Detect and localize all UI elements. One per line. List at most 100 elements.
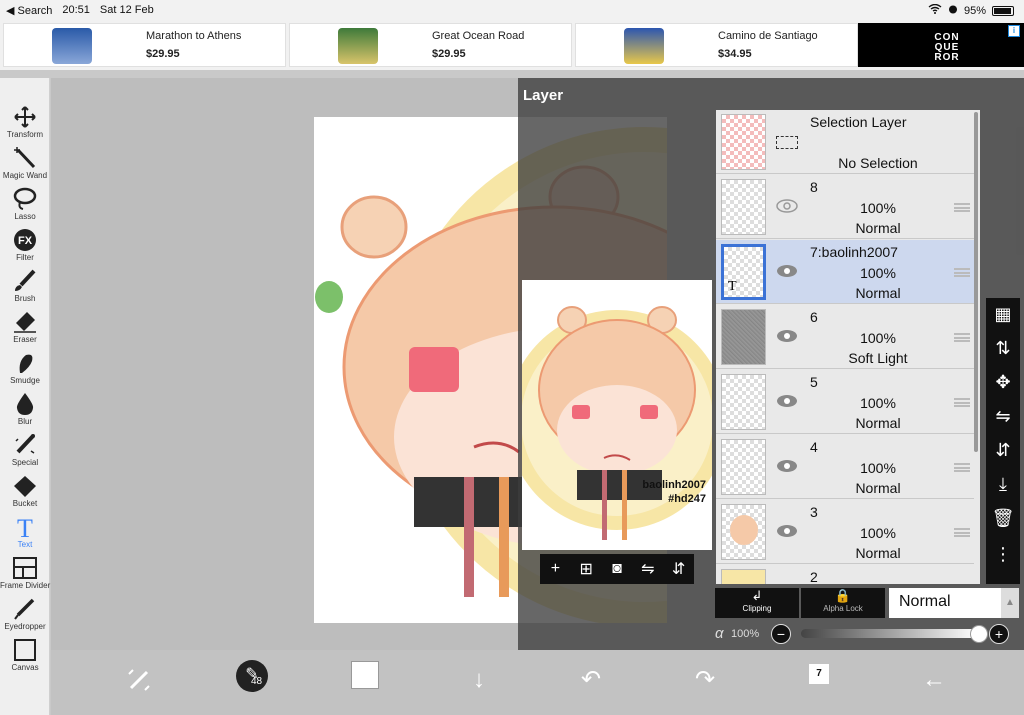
back-to-search-link[interactable]: ◀ Search bbox=[6, 4, 52, 17]
frame-divider-icon bbox=[12, 556, 38, 580]
add-layer-icon[interactable]: + bbox=[543, 560, 567, 578]
add-layer-box-icon[interactable]: ⊞ bbox=[574, 559, 598, 579]
drag-handle-icon[interactable] bbox=[954, 268, 970, 277]
drag-handle-icon[interactable] bbox=[954, 333, 970, 342]
slider-knob[interactable] bbox=[970, 625, 988, 643]
tool-bucket[interactable]: Bucket bbox=[0, 472, 50, 512]
arrow-down-icon[interactable]: ↓ bbox=[461, 662, 497, 698]
opacity-slider[interactable] bbox=[801, 625, 988, 643]
opacity-decrease-button[interactable]: − bbox=[771, 624, 791, 644]
more-vertical-icon[interactable]: ⋮ bbox=[991, 542, 1015, 566]
layer-panel-title: Layer bbox=[523, 87, 564, 104]
tool-smudge[interactable]: Smudge bbox=[0, 349, 50, 389]
layer-row[interactable]: 6 100% Soft Light bbox=[716, 305, 974, 369]
layer-row[interactable]: 4 100% Normal bbox=[716, 435, 974, 499]
tool-filter[interactable]: FX Filter bbox=[0, 226, 50, 266]
flip-horizontal-icon[interactable]: ⇋ bbox=[636, 559, 660, 579]
preview-caption-line: baolinh2007 bbox=[642, 479, 706, 491]
tool-label: Eraser bbox=[13, 335, 37, 344]
tool-label: Smudge bbox=[10, 376, 40, 385]
text-layer-icon: T bbox=[728, 279, 737, 294]
alarm-icon bbox=[948, 4, 958, 17]
layers-button[interactable]: 7 bbox=[809, 664, 829, 684]
color-swatch[interactable] bbox=[351, 661, 379, 689]
tool-blur[interactable]: Blur bbox=[0, 390, 50, 430]
status-date: Sat 12 Feb bbox=[99, 4, 154, 16]
ad-choices-icon[interactable]: i bbox=[1008, 25, 1020, 37]
drag-handle-icon[interactable] bbox=[954, 203, 970, 212]
tool-label: Transform bbox=[6, 130, 44, 139]
tool-brush[interactable]: Brush bbox=[0, 267, 50, 307]
layer-side-toolbar: ▦ ⇅ ✥ ⇋ ⇵ ⤓ 🗑 ⋮ bbox=[986, 298, 1020, 584]
tool-eyedropper[interactable]: Eyedropper bbox=[0, 595, 50, 635]
layer-blend-mode: Normal bbox=[855, 545, 901, 561]
layer-thumbnail bbox=[721, 309, 766, 365]
tool-magic-wand[interactable]: Magic Wand bbox=[0, 144, 50, 184]
status-bar: ◀ Search 20:51 Sat 12 Feb 95% bbox=[0, 0, 1024, 20]
ad-card[interactable]: Marathon to Athens $29.95 bbox=[3, 23, 286, 67]
tool-label: Brush bbox=[14, 294, 36, 303]
tool-text[interactable]: T Text bbox=[0, 513, 50, 553]
layer-opacity: 100% bbox=[860, 330, 896, 346]
smudge-icon bbox=[12, 351, 38, 375]
tool-special[interactable]: Special bbox=[0, 431, 50, 471]
layer-row[interactable]: 8 100% Normal bbox=[716, 175, 974, 239]
eye-icon[interactable] bbox=[776, 329, 798, 343]
move-icon[interactable]: ✥ bbox=[991, 370, 1015, 394]
layer-row-selected[interactable]: T 7:baolinh2007 100% Normal bbox=[716, 240, 974, 304]
preview-caption-line: #hd247 bbox=[668, 493, 706, 505]
back-arrow-icon[interactable]: ← bbox=[916, 662, 952, 698]
drag-handle-icon[interactable] bbox=[954, 398, 970, 407]
tool-lasso[interactable]: Lasso bbox=[0, 185, 50, 225]
eye-icon[interactable] bbox=[776, 459, 798, 473]
redo-icon[interactable]: ↷ bbox=[687, 662, 723, 698]
tool-canvas[interactable]: Canvas bbox=[0, 636, 50, 676]
tool-frame-divider[interactable]: Frame Divider bbox=[0, 554, 50, 594]
opacity-increase-button[interactable]: + bbox=[989, 624, 1009, 644]
wifi-icon bbox=[928, 3, 942, 17]
layer-row[interactable]: 5 100% Normal bbox=[716, 370, 974, 434]
merge-down-icon[interactable]: ⤓ bbox=[991, 472, 1015, 496]
blend-mode-select[interactable]: Normal bbox=[889, 588, 1001, 618]
ad-product-image bbox=[338, 28, 378, 64]
eye-icon[interactable] bbox=[776, 394, 798, 408]
dropdown-arrow-icon[interactable]: ▲ bbox=[1001, 588, 1019, 618]
layer-swap-icon[interactable]: ⇅ bbox=[991, 336, 1015, 360]
layer-list[interactable]: Selection Layer No Selection 8 100% Norm… bbox=[716, 110, 980, 584]
flip-vertical-icon[interactable]: ⇵ bbox=[667, 559, 691, 579]
ad-brand-logo[interactable]: CON QUE ROR i bbox=[858, 23, 1024, 67]
ad-card[interactable]: Camino de Santiago $34.95 bbox=[575, 23, 858, 67]
text-icon: T bbox=[12, 514, 38, 543]
tool-label: Canvas bbox=[11, 663, 39, 672]
eye-icon[interactable] bbox=[776, 199, 798, 213]
layer-thumbnail-art bbox=[730, 515, 758, 545]
layer-row[interactable]: 2 bbox=[716, 565, 974, 584]
tool-transform[interactable]: Transform bbox=[0, 103, 50, 143]
trash-icon[interactable]: 🗑 bbox=[991, 506, 1015, 530]
flip-horizontal-icon[interactable]: ⇋ bbox=[991, 404, 1015, 428]
swap-tool-icon[interactable] bbox=[121, 662, 157, 698]
drop-icon bbox=[12, 392, 38, 416]
layer-row-selection[interactable]: Selection Layer No Selection bbox=[716, 110, 974, 174]
layer-row[interactable]: 3 100% Normal bbox=[716, 500, 974, 564]
eraser-icon bbox=[12, 310, 38, 334]
drag-handle-icon[interactable] bbox=[954, 528, 970, 537]
tool-label: Text bbox=[17, 540, 33, 549]
layer-list-scrollbar[interactable] bbox=[974, 112, 978, 452]
svg-text:FX: FX bbox=[18, 235, 33, 247]
ad-title: Marathon to Athens bbox=[146, 30, 242, 42]
preview-illustration bbox=[522, 306, 712, 540]
tool-eraser[interactable]: Eraser bbox=[0, 308, 50, 348]
camera-icon[interactable]: ◙ bbox=[605, 560, 629, 578]
clipping-button[interactable]: ↲ Clipping bbox=[715, 588, 799, 618]
eye-icon[interactable] bbox=[776, 264, 798, 278]
layer-opacity: 100% bbox=[860, 265, 896, 281]
undo-icon[interactable]: ↶ bbox=[573, 662, 609, 698]
alpha-lock-button[interactable]: 🔒 Alpha Lock bbox=[801, 588, 885, 618]
drag-handle-icon[interactable] bbox=[954, 463, 970, 472]
flip-vertical-icon[interactable]: ⇵ bbox=[991, 438, 1015, 462]
checkerboard-icon[interactable]: ▦ bbox=[991, 302, 1015, 326]
eye-icon[interactable] bbox=[776, 524, 798, 538]
layer-name: 4 bbox=[810, 439, 818, 455]
ad-card[interactable]: Great Ocean Road $29.95 bbox=[289, 23, 572, 67]
